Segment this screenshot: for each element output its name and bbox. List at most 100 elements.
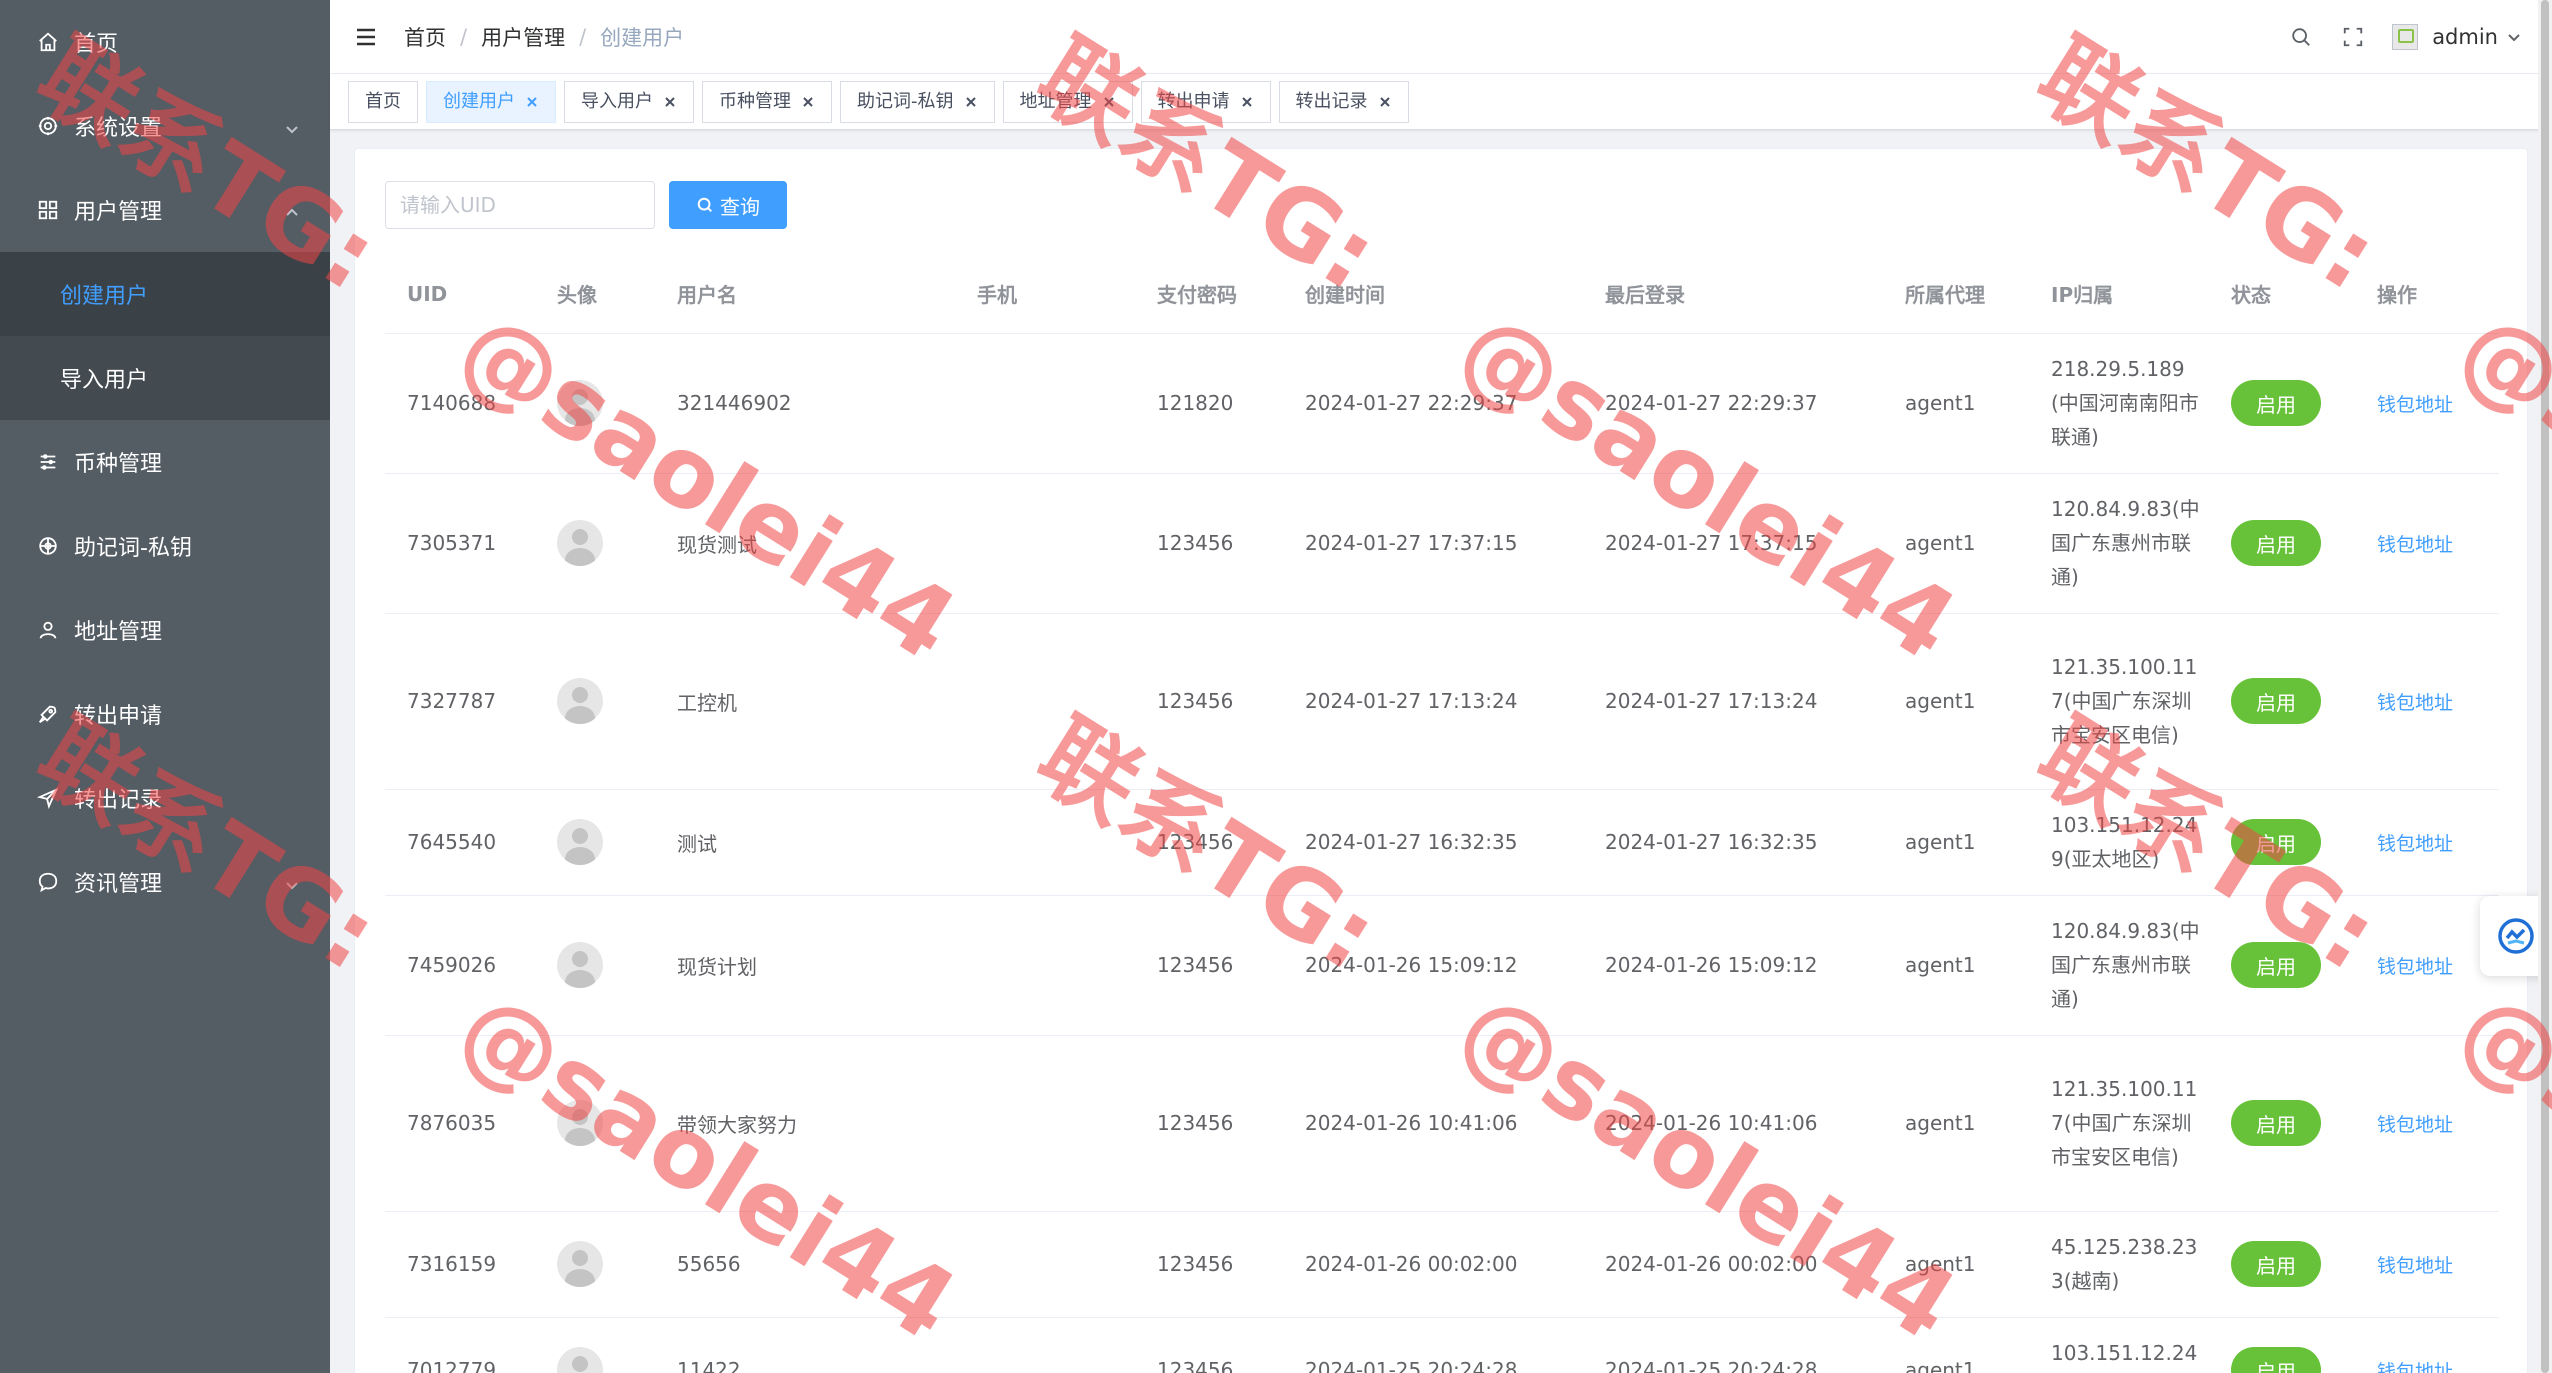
tab-mnemonic-key[interactable]: 助记词-私钥 xyxy=(840,80,995,123)
cell-pay-password: 123456 xyxy=(1135,895,1283,1036)
close-icon[interactable] xyxy=(1102,95,1116,109)
cell-username: 现货计划 xyxy=(655,895,955,1036)
close-icon[interactable] xyxy=(663,95,677,109)
tab-label: 创建用户 xyxy=(443,90,515,112)
search-icon[interactable] xyxy=(2288,24,2314,50)
scrollbar-thumb[interactable] xyxy=(2541,0,2549,1373)
sidebar-item-system-settings[interactable]: 系统设置 xyxy=(0,84,330,168)
wallet-address-link[interactable]: 钱包地址 xyxy=(2377,394,2453,416)
sidebar-item-withdraw-request[interactable]: 转出申请 xyxy=(0,672,330,756)
cell-avatar xyxy=(535,473,655,614)
status-toggle-button[interactable]: 启用 xyxy=(2231,678,2321,724)
cell-last-login: 2024-01-27 17:13:24 xyxy=(1583,613,1883,790)
sidebar-subitem-create-user[interactable]: 创建用户 xyxy=(0,252,330,336)
sidebar-item-address-management[interactable]: 地址管理 xyxy=(0,588,330,672)
status-toggle-button[interactable]: 启用 xyxy=(2231,380,2321,426)
avatar xyxy=(557,819,603,865)
wallet-address-link[interactable]: 钱包地址 xyxy=(2377,1255,2453,1277)
tab-withdraw-records[interactable]: 转出记录 xyxy=(1278,80,1409,123)
cell-pay-password: 123456 xyxy=(1135,613,1283,790)
column-header-phone: 手机 xyxy=(955,255,1135,334)
cell-phone xyxy=(955,1035,1135,1212)
close-icon[interactable] xyxy=(525,95,539,109)
tab-create-user[interactable]: 创建用户 xyxy=(426,80,556,123)
cell-status: 启用 xyxy=(2209,333,2355,474)
sidebar-item-label: 转出记录 xyxy=(74,788,163,813)
cell-avatar xyxy=(535,1211,655,1318)
sidebar-subitem-import-user[interactable]: 导入用户 xyxy=(0,336,330,420)
hamburger-menu-icon[interactable] xyxy=(352,23,380,51)
user-management-icon xyxy=(36,198,60,222)
close-icon[interactable] xyxy=(964,95,978,109)
sidebar-item-mnemonic-key[interactable]: 助记词-私钥 xyxy=(0,504,330,588)
tab-withdraw-request[interactable]: 转出申请 xyxy=(1140,80,1271,123)
cell-agent: agent1 xyxy=(1883,1317,2029,1373)
cell-phone xyxy=(955,895,1135,1036)
cell-pay-password: 123456 xyxy=(1135,1035,1283,1212)
tab-import-user[interactable]: 导入用户 xyxy=(564,80,694,123)
sidebar-item-news-management[interactable]: 资讯管理 xyxy=(0,840,330,924)
chevron-down-icon[interactable] xyxy=(2506,29,2522,45)
chevron-down-icon xyxy=(284,118,300,134)
sidebar-item-currency-management[interactable]: 币种管理 xyxy=(0,420,330,504)
cell-username: 测试 xyxy=(655,789,955,896)
sidebar-item-user-management[interactable]: 用户管理 xyxy=(0,168,330,252)
fullscreen-icon[interactable] xyxy=(2340,24,2366,50)
search-row: 查询 xyxy=(385,181,787,229)
wallet-address-link[interactable]: 钱包地址 xyxy=(2377,534,2453,556)
users-table: UID 头像 用户名 手机 支付密码 创建时间 最后登录 所属代理 IP归属 状… xyxy=(385,255,2499,1373)
cell-status: 启用 xyxy=(2209,473,2355,614)
status-toggle-button[interactable]: 启用 xyxy=(2231,942,2321,988)
breadcrumb-separator: / xyxy=(579,24,587,49)
cell-avatar xyxy=(535,333,655,474)
avatar xyxy=(557,1347,603,1373)
status-toggle-button[interactable]: 启用 xyxy=(2231,1347,2321,1373)
status-toggle-button[interactable]: 启用 xyxy=(2231,1100,2321,1146)
cell-status: 启用 xyxy=(2209,1317,2355,1373)
cell-status: 启用 xyxy=(2209,613,2355,790)
wallet-address-link[interactable]: 钱包地址 xyxy=(2377,833,2453,855)
wallet-address-link[interactable]: 钱包地址 xyxy=(2377,1114,2453,1136)
wallet-address-link[interactable]: 钱包地址 xyxy=(2377,692,2453,714)
cell-username: 现货测试 xyxy=(655,473,955,614)
cell-actions: 钱包地址 xyxy=(2355,613,2499,790)
cell-phone xyxy=(955,789,1135,896)
close-icon[interactable] xyxy=(1378,95,1392,109)
uid-search-input[interactable] xyxy=(385,181,655,229)
cell-agent: agent1 xyxy=(1883,895,2029,1036)
status-toggle-button[interactable]: 启用 xyxy=(2231,1241,2321,1287)
avatar[interactable] xyxy=(2392,24,2419,50)
close-icon[interactable] xyxy=(1240,95,1254,109)
sidebar-item-label: 系统设置 xyxy=(74,116,163,141)
sidebar-item-home[interactable]: 首页 xyxy=(0,0,330,84)
tab-address-management[interactable]: 地址管理 xyxy=(1002,80,1133,123)
sliders-icon xyxy=(36,450,60,474)
cell-last-login: 2024-01-25 20:24:28 xyxy=(1583,1317,1883,1373)
close-icon[interactable] xyxy=(801,95,815,109)
query-button[interactable]: 查询 xyxy=(669,181,787,229)
status-toggle-button[interactable]: 启用 xyxy=(2231,520,2321,566)
chevron-down-icon xyxy=(284,874,300,890)
cell-agent: agent1 xyxy=(1883,473,2029,614)
sidebar-item-withdraw-records[interactable]: 转出记录 xyxy=(0,756,330,840)
cell-ip-location: 120.84.9.83(中国广东惠州市联通) xyxy=(2029,473,2209,614)
cell-ip-location: 218.29.5.189(中国河南南阳市联通) xyxy=(2029,333,2209,474)
page-scrollbar[interactable] xyxy=(2538,0,2552,1373)
tab-label: 首页 xyxy=(365,90,401,112)
breadcrumb-item-home[interactable]: 首页 xyxy=(404,22,446,52)
wallet-address-link[interactable]: 钱包地址 xyxy=(2377,1361,2453,1373)
status-toggle-button[interactable]: 启用 xyxy=(2231,819,2321,865)
cell-avatar xyxy=(535,1317,655,1373)
cell-created-time: 2024-01-26 00:02:00 xyxy=(1283,1211,1583,1318)
cell-avatar xyxy=(535,613,655,790)
user-management-submenu: 创建用户 导入用户 xyxy=(0,252,330,420)
cell-ip-location: 103.151.12.249(亚太地区) xyxy=(2029,1317,2209,1373)
cell-pay-password: 123456 xyxy=(1135,473,1283,614)
breadcrumb-item-user-management[interactable]: 用户管理 xyxy=(481,22,565,52)
person-icon xyxy=(36,618,60,642)
user-name[interactable]: admin xyxy=(2432,25,2498,49)
tab-currency-management[interactable]: 币种管理 xyxy=(702,80,832,123)
wallet-address-link[interactable]: 钱包地址 xyxy=(2377,956,2453,978)
cell-avatar xyxy=(535,895,655,1036)
tab-home[interactable]: 首页 xyxy=(348,80,418,123)
